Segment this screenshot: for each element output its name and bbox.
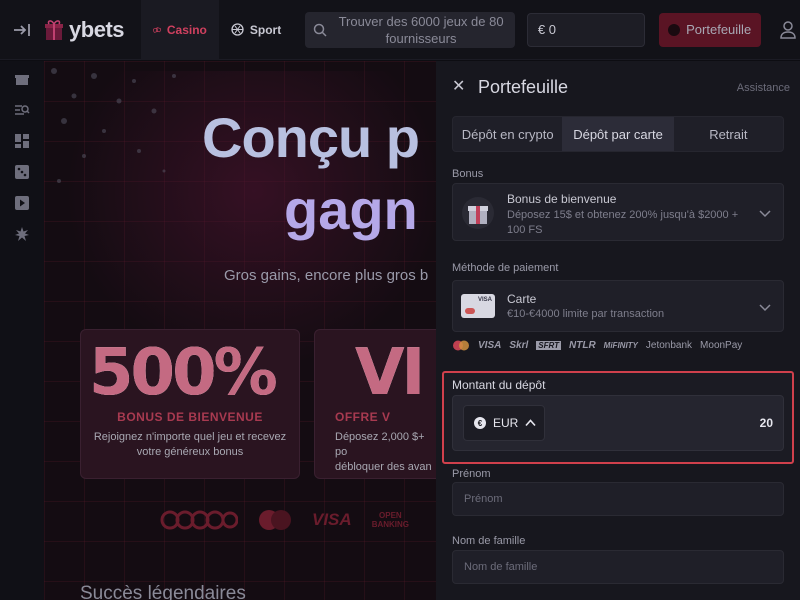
visa-method-logo: VISA bbox=[478, 340, 502, 351]
left-sidebar bbox=[0, 61, 44, 600]
mastercard-logo-icon bbox=[259, 510, 291, 530]
tab-crypto-deposit[interactable]: Dépôt en crypto bbox=[453, 117, 562, 151]
gift-logo-icon bbox=[45, 19, 64, 40]
jetonbank-method-logo: Jetonbank bbox=[645, 340, 693, 351]
promo-card-big-text: 500% bbox=[89, 336, 278, 410]
tab-casino-label: Casino bbox=[166, 22, 207, 37]
dice-icon[interactable] bbox=[14, 164, 30, 180]
first-name-input[interactable] bbox=[452, 482, 784, 516]
search-icon bbox=[313, 23, 327, 37]
deposit-amount-label: Montant du dépôt bbox=[452, 378, 546, 392]
mastercard-icon bbox=[453, 340, 469, 351]
gift-icon[interactable] bbox=[14, 71, 30, 87]
search-placeholder: Trouver des 6000 jeux de 80 fournisseurs bbox=[338, 13, 504, 46]
balance-display[interactable]: € 0 bbox=[526, 12, 645, 47]
bonus-label: Bonus bbox=[452, 168, 484, 180]
tab-casino[interactable]: Casino bbox=[140, 0, 219, 60]
hero-title-line1: Conçu p bbox=[202, 106, 420, 169]
euro-icon: € bbox=[474, 417, 486, 429]
moonpay-method-logo: MoonPay bbox=[700, 340, 743, 351]
deposit-tabs: Dépôt en crypto Dépôt par carte Retrait bbox=[452, 116, 784, 152]
wallet-button-label: Portefeuille bbox=[686, 22, 752, 37]
bonus-select[interactable]: Bonus de bienvenue Déposez 15$ et obtene… bbox=[452, 183, 784, 241]
user-icon[interactable] bbox=[777, 18, 800, 42]
bonus-desc: Déposez 15$ et obtenez 200% jusqu'à $200… bbox=[507, 209, 739, 236]
tab-card-deposit[interactable]: Dépôt par carte bbox=[562, 117, 674, 151]
gift-icon bbox=[462, 197, 494, 229]
search-bar[interactable]: Trouver des 6000 jeux de 80 fournisseurs bbox=[305, 11, 515, 48]
card-icon-label: VISA bbox=[477, 297, 492, 303]
promo-card-big-text: VI bbox=[355, 336, 425, 410]
sfrt-method-logo: SFRT bbox=[536, 341, 561, 350]
wallet-panel: ✕ Portefeuille Assistance Dépôt en crypt… bbox=[436, 61, 800, 600]
play-icon[interactable] bbox=[14, 195, 30, 211]
sidebar-toggle-icon[interactable] bbox=[0, 0, 43, 60]
visa-logo: VISA bbox=[312, 510, 352, 529]
section-title: Succès légendaires bbox=[80, 583, 246, 600]
payment-logos-row: VISA OPEN BANKING bbox=[160, 509, 409, 531]
promo-card-welcome[interactable]: 500% BONUS DE BIENVENUE Rejoignez n'impo… bbox=[80, 329, 300, 479]
currency-select[interactable]: € EUR bbox=[463, 405, 545, 441]
logo[interactable]: ybets bbox=[43, 0, 141, 60]
open-banking-logo: OPEN BANKING bbox=[371, 511, 410, 529]
dashboard-icon[interactable] bbox=[14, 133, 30, 149]
assistance-link[interactable]: Assistance bbox=[737, 82, 790, 94]
promo-card-desc: Rejoignez n'importe quel jeu et recevez … bbox=[93, 431, 287, 458]
list-search-icon[interactable] bbox=[14, 102, 30, 118]
currency-code: EUR bbox=[493, 416, 519, 430]
ball-icon bbox=[231, 23, 244, 36]
deposit-amount-value[interactable]: 20 bbox=[760, 416, 773, 430]
promo-card-label: BONUS DE BIENVENUE bbox=[117, 410, 263, 424]
chevron-down-icon bbox=[759, 304, 771, 312]
chevron-down-icon bbox=[759, 210, 771, 218]
tab-withdraw[interactable]: Retrait bbox=[674, 117, 783, 151]
wallet-button[interactable]: Portefeuille bbox=[658, 12, 761, 47]
first-name-label: Prénom bbox=[452, 468, 491, 480]
last-name-input[interactable] bbox=[452, 550, 784, 584]
neteller-method-logo: NTLR bbox=[569, 340, 596, 351]
mifinity-method-logo: MiFINITY bbox=[603, 341, 638, 350]
promo-area: Conçu p gagn Gros gains, encore plus gro… bbox=[44, 61, 436, 600]
kelt-logo-icon bbox=[160, 510, 238, 530]
payment-methods-row: VISA Skrl SFRT NTLR MiFINITY Jetonbank M… bbox=[452, 340, 742, 351]
deposit-amount-section: Montant du dépôt € EUR 20 bbox=[442, 371, 794, 464]
plus-circle-icon bbox=[668, 23, 681, 36]
hero-title-line2: gagn bbox=[284, 178, 418, 241]
card-icon: VISA bbox=[461, 294, 495, 318]
payment-title: Carte bbox=[507, 292, 537, 306]
promo-card-vip[interactable]: VI OFFRE V Déposez 2,000 $+ po débloquer… bbox=[314, 329, 436, 479]
payment-method-select[interactable]: VISA Carte €10-€4000 limite par transact… bbox=[452, 280, 784, 332]
panel-title: Portefeuille bbox=[478, 77, 569, 97]
tab-sport[interactable]: Sport bbox=[219, 0, 293, 60]
casino-icon bbox=[152, 26, 161, 33]
promo-card-desc: Déposez 2,000 $+ po débloquer des avan bbox=[335, 431, 432, 473]
star-burst-icon[interactable] bbox=[14, 226, 30, 242]
top-header: ybets Casino Sport Trouver des 6000 jeux… bbox=[0, 0, 800, 60]
skrill-method-logo: Skrl bbox=[509, 340, 529, 351]
payment-desc: €10-€4000 limite par transaction bbox=[507, 308, 665, 320]
chevron-up-icon bbox=[525, 419, 536, 427]
page: ybets Casino Sport Trouver des 6000 jeux… bbox=[0, 0, 800, 600]
logo-text: ybets bbox=[69, 16, 125, 42]
payment-method-label: Méthode de paiement bbox=[452, 262, 559, 274]
last-name-label: Nom de famille bbox=[452, 535, 526, 547]
bonus-title: Bonus de bienvenue bbox=[507, 192, 617, 206]
deposit-amount-field[interactable]: € EUR 20 bbox=[452, 395, 784, 451]
tab-sport-label: Sport bbox=[249, 22, 282, 37]
hero-subtitle: Gros gains, encore plus gros b bbox=[224, 267, 429, 284]
close-icon[interactable]: ✕ bbox=[452, 79, 468, 95]
promo-card-label: OFFRE V bbox=[335, 410, 391, 424]
snowflakes-decoration bbox=[51, 68, 176, 183]
